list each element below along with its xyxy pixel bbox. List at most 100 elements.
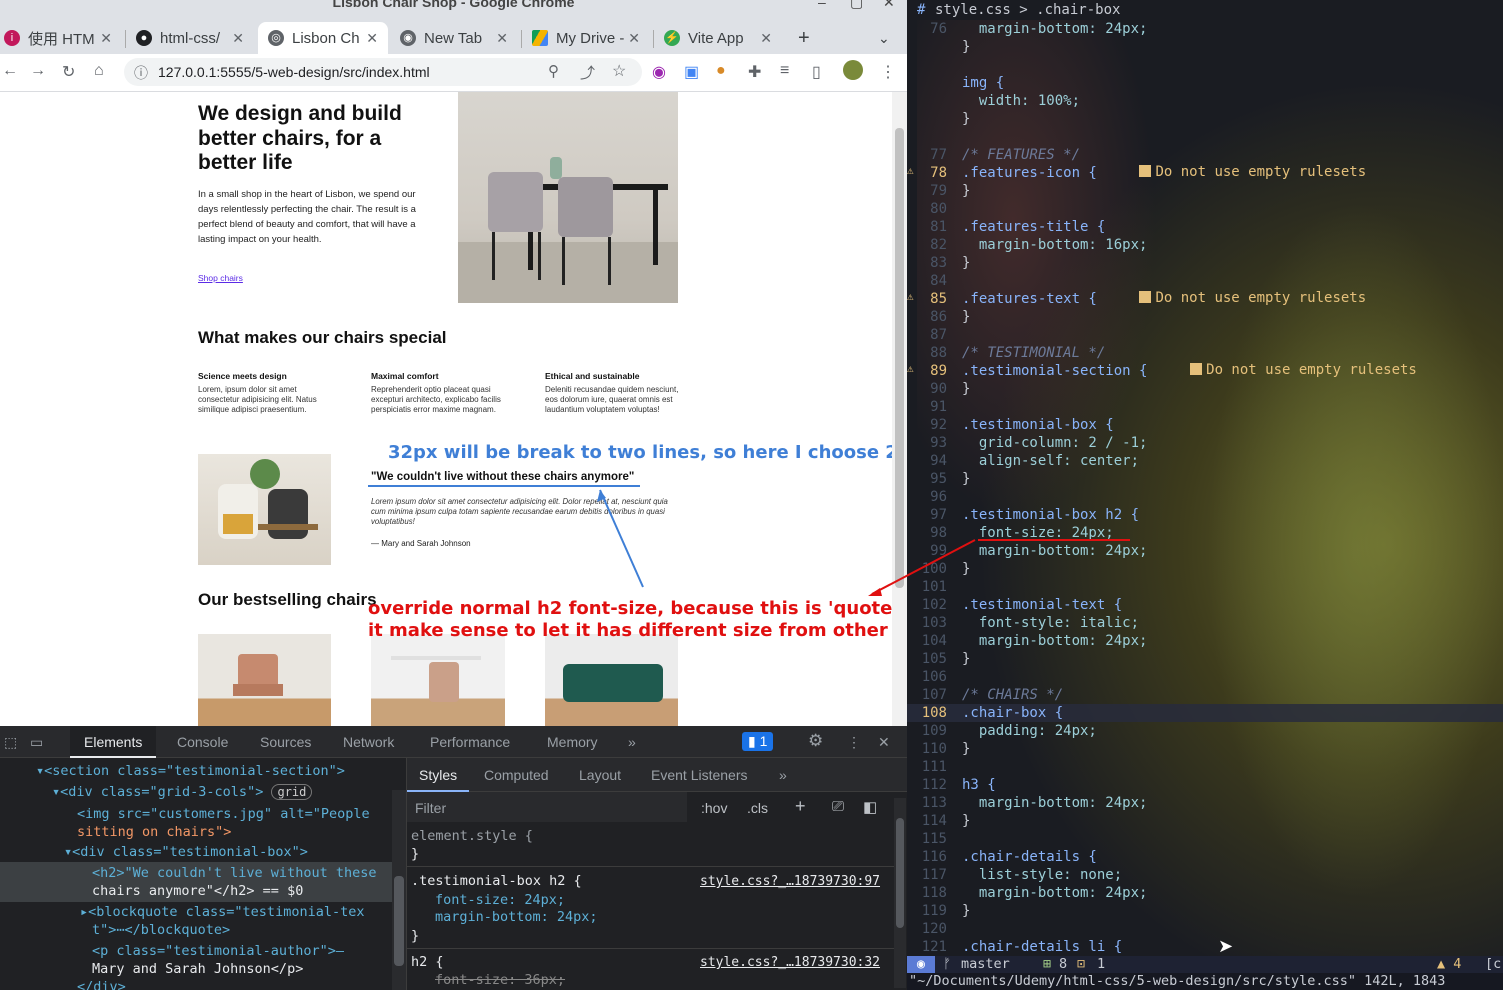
dom-line[interactable]: ▾<div class="grid-3-cols"> grid xyxy=(52,783,313,801)
profile-avatar[interactable] xyxy=(843,60,863,80)
dom-line[interactable]: <p class="testimonial-author">— xyxy=(92,942,344,960)
code-line[interactable]: font-style: italic; xyxy=(962,614,1139,632)
scrollbar-thumb[interactable] xyxy=(895,128,904,588)
class-toggle[interactable]: .cls xyxy=(747,800,768,816)
code-line[interactable]: } xyxy=(962,308,970,326)
code-line[interactable]: } xyxy=(962,560,970,578)
filter-input[interactable]: Filter xyxy=(415,800,446,816)
new-tab-button[interactable]: + xyxy=(798,22,810,54)
minimize-button[interactable]: – xyxy=(818,0,826,10)
dom-line[interactable]: Mary and Sarah Johnson</p> xyxy=(92,960,303,978)
code-line[interactable]: margin-bottom: 16px; xyxy=(962,236,1148,254)
close-tab-icon[interactable]: ✕ xyxy=(232,30,244,47)
rule-source-link[interactable]: style.css?_…18739730:32 xyxy=(700,954,880,971)
tab-4[interactable]: My Drive - ✕ xyxy=(532,22,644,54)
code-line[interactable]: margin-bottom: 24px; xyxy=(962,794,1148,812)
code-line[interactable]: margin-bottom: 24px; xyxy=(962,542,1148,560)
tab-console[interactable]: Console xyxy=(177,734,228,750)
tab-elements[interactable]: Elements xyxy=(70,726,157,758)
more-styles-tabs[interactable]: » xyxy=(779,767,787,783)
code-line[interactable]: } xyxy=(962,110,970,128)
rule-declaration[interactable]: font-size: 24px; xyxy=(435,892,565,909)
maximize-button[interactable]: ▢ xyxy=(850,0,863,11)
forward-icon[interactable]: → xyxy=(30,62,46,80)
translate-extension-icon[interactable]: ▣ xyxy=(684,62,699,82)
editor-cmdline[interactable]: "~/Documents/Udemy/html-css/5-web-design… xyxy=(907,973,1503,990)
tab-0[interactable]: i 使用 HTM ✕ xyxy=(4,22,116,54)
code-line[interactable]: margin-bottom: 24px; xyxy=(962,632,1148,650)
url-text[interactable]: 127.0.0.1:5555/5-web-design/src/index.ht… xyxy=(158,64,430,80)
code-line[interactable]: margin-bottom: 24px; xyxy=(962,884,1148,902)
tab-layout[interactable]: Layout xyxy=(579,767,621,783)
code-line[interactable]: grid-column: 2 / -1; xyxy=(962,434,1148,452)
rule-source-link[interactable]: style.css?_…18739730:97 xyxy=(700,873,880,890)
code-line[interactable]: /* FEATURES */ xyxy=(962,146,1080,164)
issues-badge[interactable]: ▮ 1 xyxy=(742,732,774,751)
code-line[interactable]: .testimonial-text { xyxy=(962,596,1122,614)
devtools-menu-icon[interactable]: ⋮ xyxy=(847,734,861,751)
styles-scrollbar[interactable] xyxy=(894,798,906,988)
code-line[interactable]: .features-text { xyxy=(962,290,1097,308)
reload-icon[interactable]: ↻ xyxy=(62,62,75,82)
tab-performance[interactable]: Performance xyxy=(430,734,510,750)
toggle-sidebar-icon[interactable]: ◧ xyxy=(863,798,877,816)
code-line[interactable]: } xyxy=(962,740,970,758)
grid-badge[interactable]: grid xyxy=(271,784,313,800)
code-line[interactable]: width: 100%; xyxy=(962,92,1080,110)
code-line[interactable]: } xyxy=(962,38,970,56)
code-line[interactable]: } xyxy=(962,470,970,488)
code-area[interactable]: 76 margin-bottom: 24px;} img { width: 100… xyxy=(907,20,1503,956)
device-toolbar-icon[interactable]: ▭ xyxy=(30,734,43,751)
close-tab-icon[interactable]: ✕ xyxy=(760,30,772,47)
close-tab-icon[interactable]: ✕ xyxy=(496,30,508,47)
paint-icon[interactable]: ⎚ xyxy=(832,798,844,815)
code-line[interactable]: padding: 24px; xyxy=(962,722,1097,740)
dom-line[interactable]: </div> xyxy=(77,978,126,990)
more-tabs-button[interactable]: » xyxy=(628,734,636,750)
close-tab-icon[interactable]: ✕ xyxy=(628,30,640,47)
element-style-selector[interactable]: element.style { xyxy=(411,828,533,845)
site-info-icon[interactable]: ⓘ xyxy=(134,63,148,83)
code-line[interactable]: .testimonial-box { xyxy=(962,416,1114,434)
code-line[interactable]: .testimonial-section { xyxy=(962,362,1147,380)
cookie-extension-icon[interactable]: ● xyxy=(716,62,726,80)
settings-gear-icon[interactable]: ⚙ xyxy=(808,731,823,751)
tab-5[interactable]: ⚡ Vite App ✕ xyxy=(664,22,776,54)
page-scrollbar[interactable] xyxy=(892,92,907,726)
tab-1[interactable]: ● html-css/ ✕ xyxy=(136,22,248,54)
code-line[interactable]: img { xyxy=(962,74,1004,92)
tab-event-listeners[interactable]: Event Listeners xyxy=(651,767,748,783)
rule-declaration[interactable]: margin-bottom: 24px; xyxy=(435,909,598,926)
back-icon[interactable]: ← xyxy=(2,62,18,80)
dom-line[interactable]: ▾<section class="testimonial-section"> xyxy=(36,762,345,780)
code-line[interactable]: } xyxy=(962,182,970,200)
code-line[interactable]: font-size: 24px; xyxy=(962,524,1114,542)
rule-selector[interactable]: .testimonial-box h2 { xyxy=(411,873,582,890)
hover-state-toggle[interactable]: :hov xyxy=(701,800,727,816)
dom-line-selected[interactable]: <h2>"We couldn't live without these xyxy=(92,864,376,882)
tab-memory[interactable]: Memory xyxy=(547,734,598,750)
breadcrumb-path[interactable]: style.css > .chair-box xyxy=(935,2,1120,18)
elements-scrollbar[interactable] xyxy=(392,790,406,990)
close-window-button[interactable]: ✕ xyxy=(883,0,895,11)
rule-selector[interactable]: h2 { xyxy=(411,954,444,971)
code-line[interactable]: } xyxy=(962,254,970,272)
code-line[interactable]: } xyxy=(962,380,970,398)
close-tab-icon[interactable]: ✕ xyxy=(100,30,112,47)
new-rule-button[interactable]: + xyxy=(795,796,806,817)
code-line[interactable]: } xyxy=(962,902,970,920)
menu-kebab-icon[interactable]: ⋮ xyxy=(880,62,896,82)
side-panel-icon[interactable]: ▯ xyxy=(812,62,821,82)
code-line[interactable]: .chair-details { xyxy=(962,848,1097,866)
code-line[interactable]: align-self: center; xyxy=(962,452,1139,470)
styles-filter-box[interactable]: Filter xyxy=(407,792,687,822)
code-line[interactable]: } xyxy=(962,812,970,830)
code-line[interactable]: margin-bottom: 24px; xyxy=(962,20,1148,38)
tab-styles[interactable]: Styles xyxy=(407,758,470,792)
media-queue-icon[interactable]: ≡ xyxy=(780,62,789,80)
code-line[interactable]: .chair-details li { xyxy=(962,938,1122,956)
dom-line[interactable]: ▸<blockquote class="testimonial-tex xyxy=(80,903,364,921)
code-line[interactable]: /* TESTIMONIAL */ xyxy=(962,344,1105,362)
tab-3[interactable]: ◉ New Tab ✕ xyxy=(400,22,512,54)
dom-line[interactable]: ▾<div class="testimonial-box"> xyxy=(64,843,308,861)
